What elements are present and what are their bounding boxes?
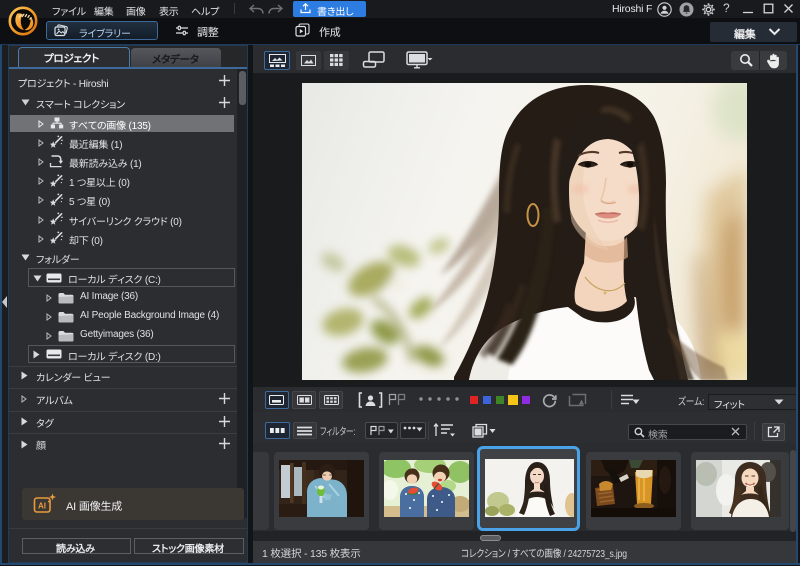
svg-text:AI: AI <box>38 502 46 511</box>
